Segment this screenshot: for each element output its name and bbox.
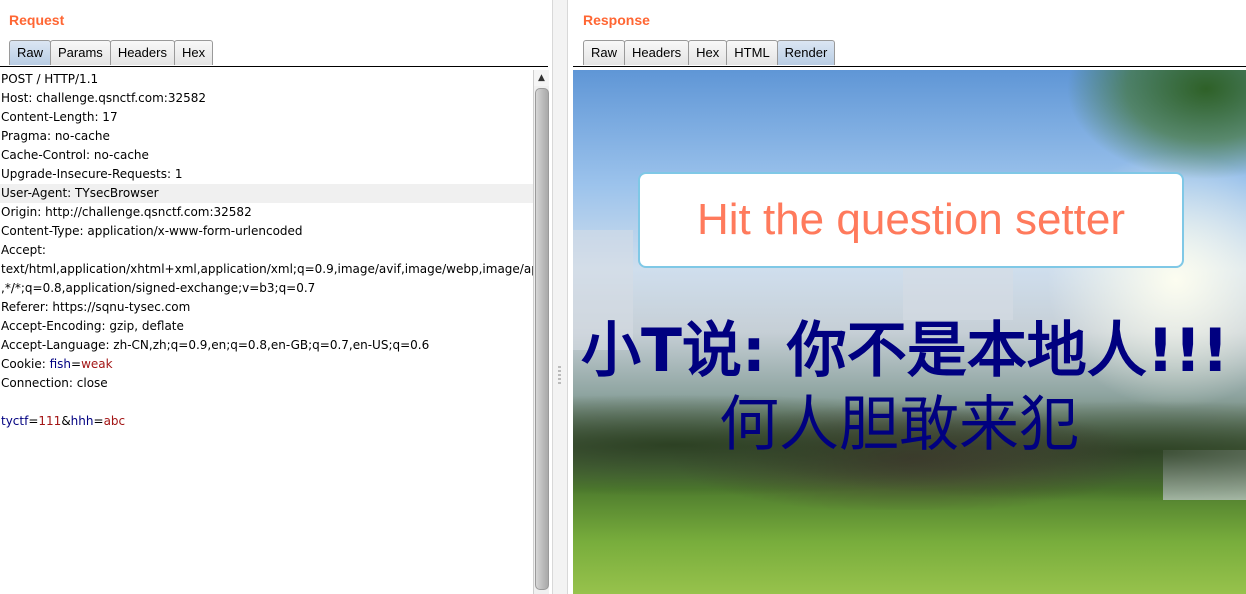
tab-hex[interactable]: Hex [173, 40, 214, 65]
background-building [903, 260, 1013, 320]
rendered-page: Hit the question setter 小T说: 你不是本地人!!! 何… [573, 70, 1246, 594]
body-eq: = [28, 414, 39, 428]
message-line-2: 何人胆敢来犯 [719, 390, 1079, 460]
body-key: tyctf [1, 414, 29, 428]
request-line-current: User-Agent: TYsecBrowser [0, 184, 533, 203]
hit-setter-label: Hit the question setter [696, 195, 1125, 244]
body-key: hhh [70, 414, 94, 428]
request-editor[interactable]: POST / HTTP/1.1 Host: challenge.qsnctf.c… [0, 70, 533, 594]
tab-headers[interactable]: Headers [109, 40, 175, 65]
request-line: Accept-Encoding: gzip, deflate [1, 319, 184, 333]
tab-render[interactable]: Render [776, 40, 836, 65]
cookie-line: Cookie: fish=weak [0, 355, 533, 374]
request-tabs: Raw Params Headers Hex [9, 40, 214, 66]
request-line: Content-Length: 17 [1, 110, 118, 124]
cookie-eq: = [71, 357, 82, 371]
body-line: tyctf=111&hhh=abc [0, 412, 533, 431]
request-title: Request [9, 12, 65, 28]
request-line: Origin: http://challenge.qsnctf.com:3258… [1, 205, 252, 219]
hit-setter-button[interactable]: Hit the question setter [638, 172, 1184, 268]
tab-raw[interactable]: Raw [583, 40, 626, 65]
tab-params[interactable]: Params [50, 40, 111, 65]
tabs-underline [0, 66, 548, 67]
connection-line: Connection: close [1, 376, 108, 390]
splitter-grip-icon [558, 366, 561, 386]
body-value: 111 [38, 414, 62, 428]
triangle-up-icon[interactable]: ▲ [534, 70, 549, 86]
body-eq: = [93, 414, 104, 428]
request-line: ,*/*;q=0.8,application/signed-exchange;v… [1, 281, 316, 295]
request-line: Content-Type: application/x-www-form-url… [1, 224, 303, 238]
request-line: Upgrade-Insecure-Requests: 1 [1, 167, 183, 181]
response-title: Response [583, 12, 650, 28]
cookie-key: fish [49, 357, 72, 371]
tabs-underline [573, 66, 1246, 67]
request-line: Pragma: no-cache [1, 129, 110, 143]
tab-html[interactable]: HTML [726, 40, 778, 65]
scrollbar-thumb[interactable] [535, 88, 549, 590]
request-line: Accept-Language: zh-CN,zh;q=0.9,en;q=0.8… [1, 338, 430, 352]
request-line: POST / HTTP/1.1 [1, 72, 99, 86]
request-line: Referer: https://sqnu-tysec.com [1, 300, 191, 314]
tab-headers[interactable]: Headers [624, 40, 690, 65]
request-line: text/html,application/xhtml+xml,applicat… [1, 262, 533, 276]
response-pane: Response Raw Headers Hex HTML Render Hit… [573, 0, 1246, 594]
request-line: Host: challenge.qsnctf.com:32582 [1, 91, 206, 105]
tab-hex[interactable]: Hex [688, 40, 728, 65]
tab-raw[interactable]: Raw [9, 40, 52, 65]
cookie-prefix: Cookie: [1, 357, 50, 371]
request-pane: Request Raw Params Headers Hex POST / HT… [0, 0, 549, 594]
request-scrollbar[interactable]: ▲ [533, 70, 549, 594]
body-amp: & [61, 414, 71, 428]
request-line: Accept: [1, 243, 46, 257]
response-tabs: Raw Headers Hex HTML Render [583, 40, 836, 66]
tree-foliage [1066, 70, 1246, 180]
request-line: Cache-Control: no-cache [1, 148, 149, 162]
message-line-1: 小T说: 你不是本地人!!! [581, 316, 1229, 386]
pane-splitter[interactable] [552, 0, 568, 594]
body-value: abc [103, 414, 126, 428]
cookie-value: weak [81, 357, 113, 371]
